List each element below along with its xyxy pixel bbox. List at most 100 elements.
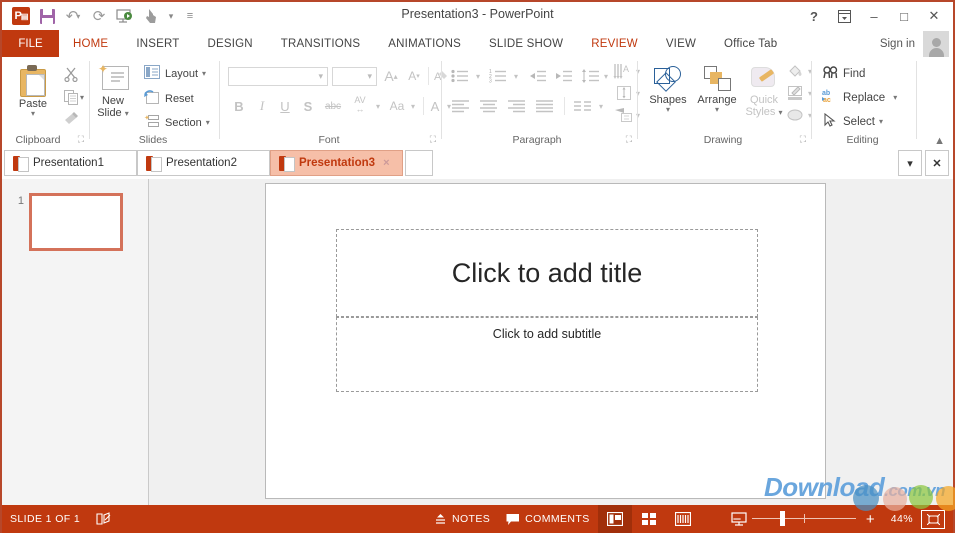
align-right-button[interactable] <box>504 95 530 117</box>
close-icon[interactable]: ✕ <box>919 3 949 29</box>
help-icon[interactable]: ? <box>799 3 829 29</box>
slide-canvas[interactable]: Click to add title Click to add subtitle <box>265 183 826 499</box>
chevron-down-icon[interactable]: ▾ <box>595 95 607 117</box>
numbering-button[interactable]: 123 <box>486 65 510 87</box>
layout-button[interactable]: Layout ▾ <box>144 65 206 82</box>
find-button[interactable]: Find <box>822 65 865 82</box>
reset-button[interactable]: Reset <box>144 90 194 107</box>
collapse-ribbon-icon[interactable]: ▲ <box>934 135 945 147</box>
comments-button[interactable]: COMMENTS <box>498 505 597 533</box>
paragraph-dialog-launcher[interactable]: ⛶ <box>626 134 632 145</box>
text-direction-button[interactable]: A <box>612 61 634 81</box>
notes-button[interactable]: NOTES <box>426 505 498 533</box>
text-shadow-button[interactable]: S <box>298 95 318 117</box>
drawing-dialog-launcher[interactable]: ⛶ <box>800 134 806 145</box>
chevron-down-icon[interactable]: ▾ <box>407 95 419 117</box>
sign-in-button[interactable]: Sign in <box>880 30 915 57</box>
thumbnail-list-item[interactable]: 1 <box>12 193 123 251</box>
format-painter-button[interactable] <box>58 107 84 129</box>
quick-styles-button[interactable]: Quick Styles ▾ <box>742 65 786 118</box>
bullets-button[interactable] <box>448 65 472 87</box>
title-placeholder[interactable]: Click to add title <box>336 229 758 317</box>
chevron-down-icon[interactable]: ▾ <box>125 109 129 118</box>
tab-review[interactable]: REVIEW <box>577 30 652 57</box>
arrange-button[interactable]: Arrange ▾ <box>693 65 741 113</box>
chevron-down-icon[interactable]: ▾ <box>666 106 670 113</box>
slide-thumbnail-1[interactable] <box>29 193 123 251</box>
cut-button[interactable] <box>58 63 84 85</box>
chevron-down-icon[interactable]: ▾ <box>472 65 484 87</box>
close-tab-icon[interactable]: × <box>383 157 389 169</box>
zoom-in-button[interactable]: + <box>862 511 879 528</box>
shape-outline-button[interactable] <box>784 83 806 103</box>
character-spacing-button[interactable]: AV↔ <box>347 93 373 117</box>
ribbon-display-options-icon[interactable] <box>829 3 859 29</box>
columns-button[interactable] <box>570 95 596 117</box>
change-case-button[interactable]: Aa <box>386 95 408 117</box>
doc-tab-presentation3[interactable]: Presentation3 × <box>270 150 403 176</box>
italic-button[interactable]: I <box>252 95 272 117</box>
slide-sorter-view-button[interactable] <box>632 505 666 533</box>
new-tab-button[interactable] <box>405 150 433 176</box>
tab-design[interactable]: DESIGN <box>193 30 266 57</box>
chevron-down-icon[interactable]: ▾ <box>372 95 384 117</box>
new-slide-button[interactable]: ✦ New Slide ▾ <box>90 61 136 135</box>
chevron-down-icon[interactable]: ▾ <box>206 119 210 126</box>
select-button[interactable]: Select ▾ <box>822 113 883 130</box>
zoom-slider-handle[interactable] <box>780 511 785 526</box>
bold-button[interactable]: B <box>229 95 249 117</box>
strikethrough-button[interactable]: abc <box>321 95 345 117</box>
chevron-down-icon[interactable]: ▾ <box>893 94 897 101</box>
chevron-down-icon[interactable]: ▾ <box>510 65 522 87</box>
office-tab-menu-button[interactable]: ▾ <box>898 150 922 176</box>
tab-insert[interactable]: INSERT <box>122 30 193 57</box>
convert-to-smartart-button[interactable] <box>614 105 634 125</box>
office-tab-close-button[interactable]: ✕ <box>925 150 949 176</box>
tab-office-tab[interactable]: Office Tab <box>710 30 791 57</box>
tab-slide-show[interactable]: SLIDE SHOW <box>475 30 577 57</box>
decrease-indent-button[interactable] <box>526 65 550 87</box>
chevron-down-icon[interactable]: ▾ <box>715 106 719 113</box>
spell-check-icon[interactable] <box>88 505 120 533</box>
tab-file[interactable]: FILE <box>2 30 59 57</box>
reading-view-button[interactable] <box>666 505 700 533</box>
fit-slide-to-window-icon[interactable] <box>921 510 945 529</box>
zoom-slider[interactable] <box>752 509 856 529</box>
center-button[interactable] <box>476 95 502 117</box>
tab-animations[interactable]: ANIMATIONS <box>374 30 475 57</box>
chevron-down-icon[interactable]: ▾ <box>76 86 88 108</box>
underline-button[interactable]: U <box>275 95 295 117</box>
avatar[interactable] <box>923 31 949 57</box>
subtitle-placeholder[interactable]: Click to add subtitle <box>336 317 758 392</box>
font-name-input[interactable]: ▾ <box>228 67 328 86</box>
zoom-out-button[interactable]: − <box>729 511 746 528</box>
tab-view[interactable]: VIEW <box>652 30 710 57</box>
align-text-button[interactable] <box>614 83 634 103</box>
chevron-down-icon[interactable]: ▾ <box>779 108 783 117</box>
increase-font-size-button[interactable]: A▴ <box>380 65 402 87</box>
restore-icon[interactable]: □ <box>889 3 919 29</box>
doc-tab-presentation1[interactable]: Presentation1 <box>4 150 137 176</box>
shape-fill-button[interactable] <box>784 61 806 81</box>
decrease-font-size-button[interactable]: A▾ <box>403 65 425 87</box>
align-left-button[interactable] <box>448 95 474 117</box>
chevron-down-icon[interactable]: ▾ <box>202 70 206 77</box>
clipboard-dialog-launcher[interactable]: ⛶ <box>78 134 84 145</box>
shapes-button[interactable]: Shapes ▾ <box>646 65 690 113</box>
chevron-down-icon[interactable]: ▾ <box>879 118 883 125</box>
font-dialog-launcher[interactable]: ⛶ <box>430 134 436 145</box>
paste-button[interactable]: Paste ▾ <box>10 61 56 133</box>
shape-effects-button[interactable] <box>784 105 806 125</box>
justify-button[interactable] <box>532 95 558 117</box>
tab-transitions[interactable]: TRANSITIONS <box>267 30 375 57</box>
chevron-down-icon[interactable]: ▾ <box>600 65 612 87</box>
section-button[interactable]: ✦ Section ▾ <box>144 114 210 131</box>
tab-home[interactable]: HOME <box>59 30 122 57</box>
font-size-input[interactable]: ▾ <box>332 67 377 86</box>
line-spacing-button[interactable] <box>580 65 602 87</box>
increase-indent-button[interactable] <box>552 65 576 87</box>
minimize-icon[interactable]: – <box>859 3 889 29</box>
replace-button[interactable]: abac Replace ▾ <box>822 89 897 106</box>
chevron-down-icon[interactable]: ▾ <box>31 110 35 117</box>
normal-view-button[interactable] <box>598 505 632 533</box>
